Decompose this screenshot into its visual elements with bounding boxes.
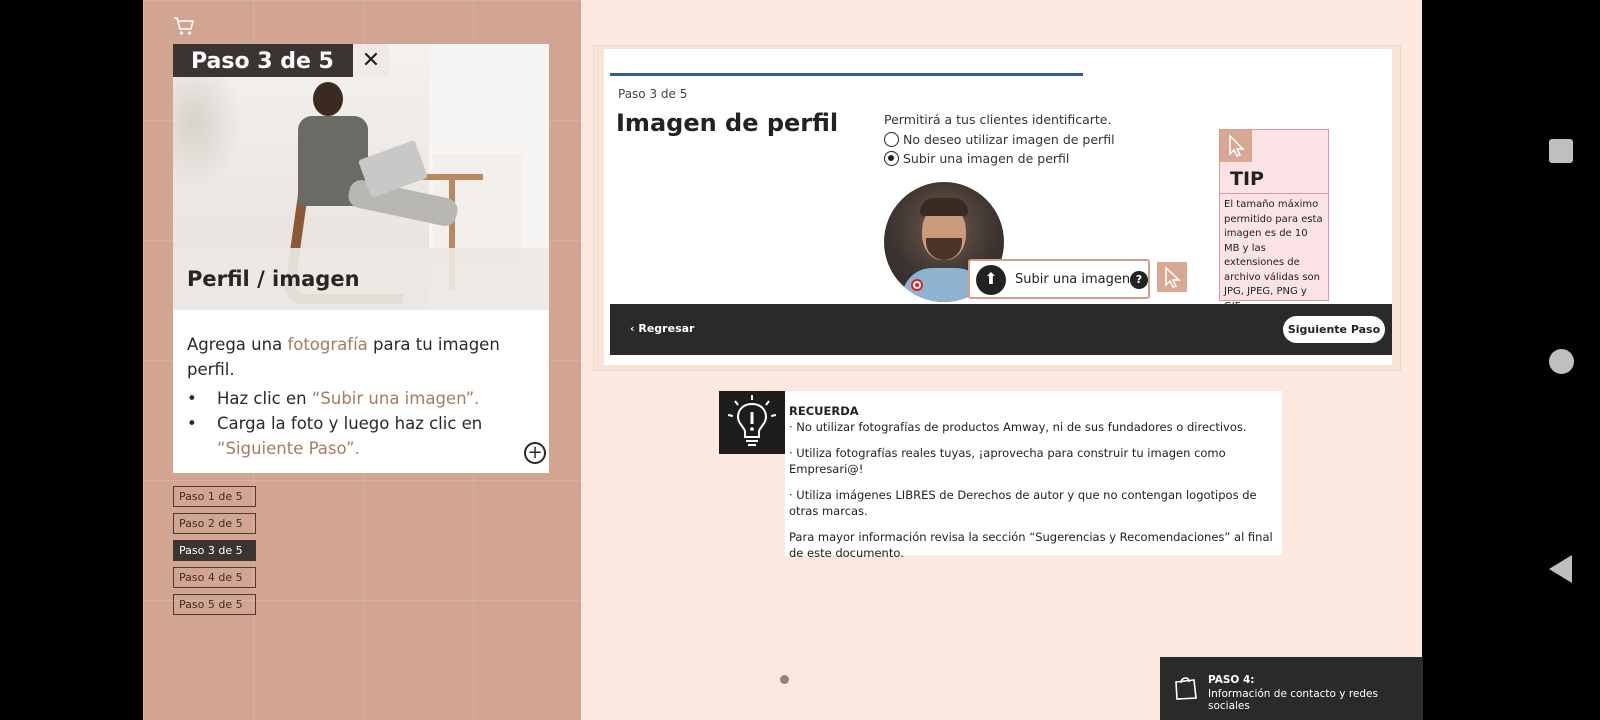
shot-step-label: Paso 3 de 5 [618,87,688,101]
tip-box: TIP El tamaño máximo permitido para esta… [1219,129,1329,312]
profile-image-screenshot: Paso 3 de 5 Imagen de perfil Permitirá a… [604,49,1392,365]
remember-line: · Utiliza fotografías reales tuyas, ¡apr… [789,446,1226,476]
screenshot-frame: Paso 3 de 5 Imagen de perfil Permitirá a… [593,45,1401,371]
android-nav-bar [1522,0,1600,720]
screen: Paso 3 de 5 ✕ Perfil / imagen Agrega una… [0,0,1600,720]
remember-line: · No utilizar fotografías de productos A… [789,420,1247,434]
step-item-3[interactable]: Paso 3 de 5 [173,540,256,561]
step-item-5[interactable]: Paso 5 de 5 [173,594,256,615]
tip-title: TIP [1220,162,1328,194]
remember-line: Para mayor información revisa la sección… [789,530,1273,560]
expand-plus-icon[interactable]: + [524,442,546,464]
record-dot-icon [911,279,923,291]
bullet-upload: Haz clic en “Subir una imagen”. [187,386,537,411]
cursor-pointer-icon [1157,262,1187,292]
next-section-label: PASO 4: [1208,674,1255,686]
step-item-4[interactable]: Paso 4 de 5 [173,567,256,588]
remember-box: RECUERDA · No utilizar fotografías de pr… [719,391,1282,560]
radio-icon [884,132,899,147]
upload-icon: ⬆ [976,265,1006,295]
card-body: Agrega una fotografía para tu imagen per… [187,332,537,461]
step-item-1[interactable]: Paso 1 de 5 [173,486,256,507]
remember-line: · Utiliza imágenes LIBRES de Derechos de… [789,488,1257,518]
card-title-band: Perfil / imagen [173,248,549,310]
option-upload-image[interactable]: Subir una imagen de perfil [884,151,1069,166]
remember-title: RECUERDA [789,404,859,418]
recents-square-icon[interactable] [1549,139,1573,163]
step-card: Paso 3 de 5 ✕ Perfil / imagen Agrega una… [173,44,549,473]
cursor-pointer-icon [1220,130,1252,162]
home-circle-icon[interactable] [1549,349,1574,374]
close-button[interactable]: ✕ [353,44,389,77]
pager-dot[interactable] [780,675,789,684]
next-section-button[interactable]: PASO 4: Información de contacto y redes … [1160,657,1423,720]
step-item-2[interactable]: Paso 2 de 5 [173,513,256,534]
step-badge: Paso 3 de 5 [173,44,353,77]
radio-selected-icon [884,151,899,166]
progress-bar [610,73,1083,76]
shot-title: Imagen de perfil [616,109,839,137]
remember-card: RECUERDA · No utilizar fotografías de pr… [785,391,1282,560]
help-icon[interactable]: ? [1130,271,1148,289]
next-step-button[interactable]: Siguiente Paso [1283,316,1385,343]
left-panel: Paso 3 de 5 ✕ Perfil / imagen Agrega una… [143,0,581,720]
intro-text: Agrega una fotografía para tu imagen per… [187,335,500,379]
bullet-next-step: Carga la foto y luego haz clic en “Sigui… [187,411,537,461]
upload-image-button[interactable]: ⬆ Subir una imagen ? [968,259,1150,299]
lightbulb-icon [719,391,785,454]
back-triangle-icon[interactable] [1549,555,1572,583]
step-list: Paso 1 de 5 Paso 2 de 5 Paso 3 de 5 Paso… [173,486,256,621]
shot-description: Permitirá a tus clientes identificarte. [884,112,1112,127]
tip-text: El tamaño máximo permitido para esta ima… [1224,199,1323,312]
back-button[interactable]: ‹ Regresar [630,322,694,335]
right-panel: Paso 3 de 5 Imagen de perfil Permitirá a… [581,0,1423,720]
option-no-image[interactable]: No deseo utilizar imagen de perfil [884,132,1115,147]
cart-icon[interactable] [173,16,195,36]
card-title: Perfil / imagen [187,267,360,291]
shopping-bag-icon [1175,677,1197,700]
next-section-description: Información de contacto y redes sociales [1208,688,1378,712]
wizard-footer: ‹ Regresar Siguiente Paso [610,304,1392,355]
